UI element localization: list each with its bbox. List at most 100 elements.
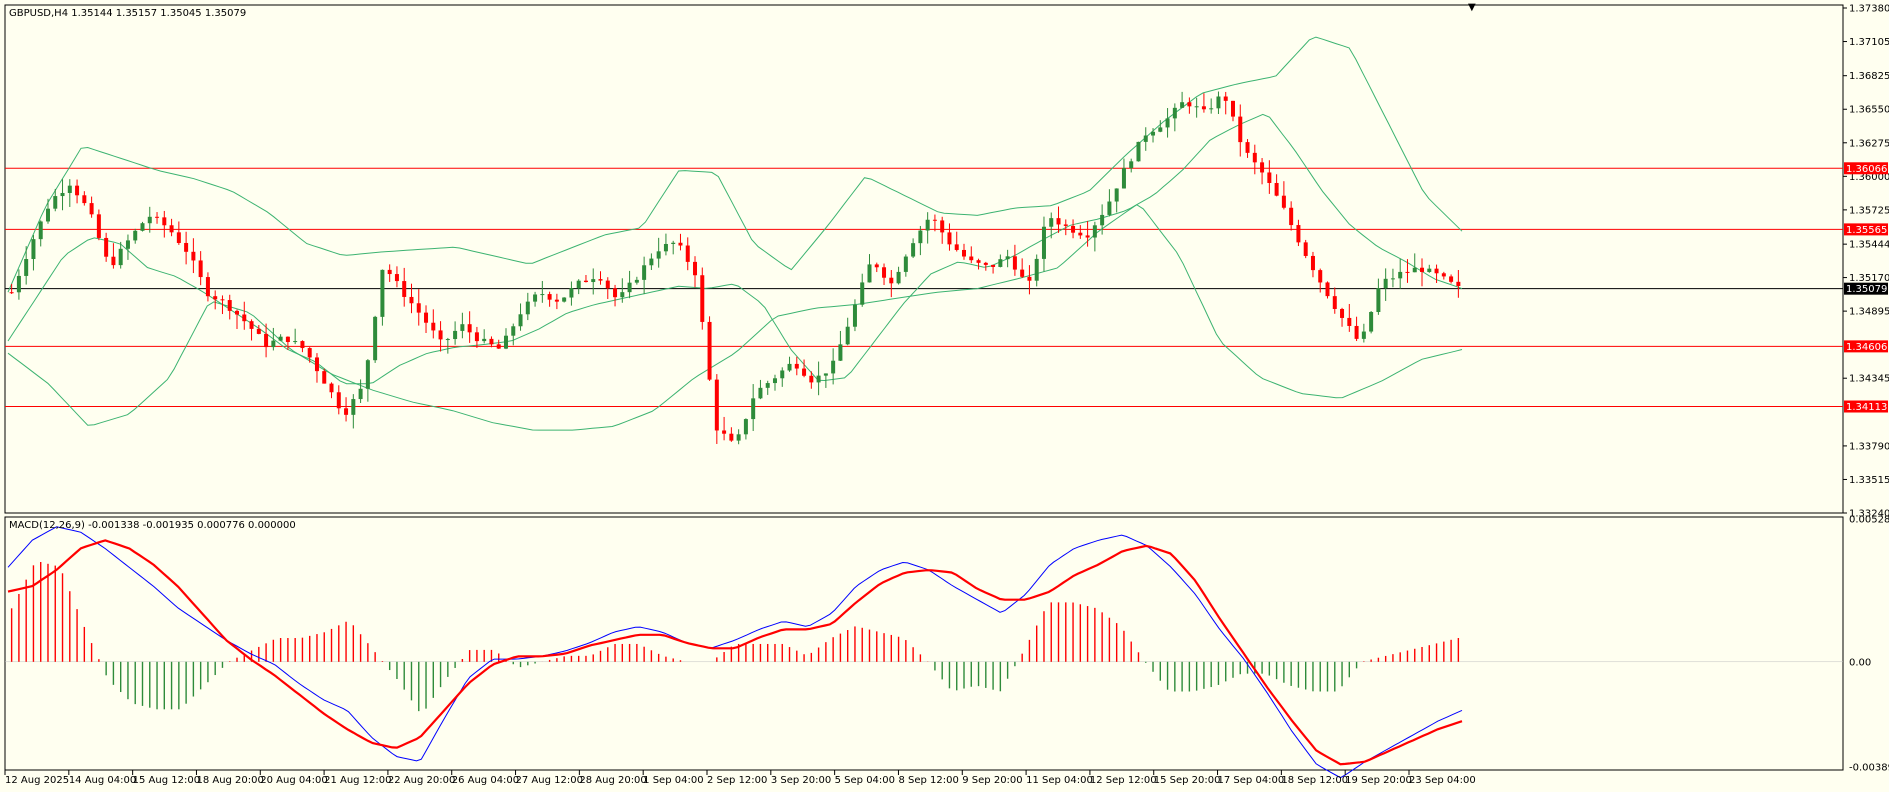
candle-body (1172, 107, 1177, 119)
candle-body (1390, 278, 1395, 280)
candle-body (1245, 142, 1250, 153)
candle-body (932, 219, 937, 221)
candle-body (169, 225, 174, 233)
candle-body (1369, 311, 1374, 332)
candle-body (620, 292, 625, 298)
candle-body (1151, 131, 1156, 136)
x-tick-label: 9 Sep 20:00 (962, 775, 1022, 786)
candle-body (431, 322, 436, 331)
candle-body (794, 363, 799, 369)
candle-body (75, 185, 80, 196)
candle-body (314, 357, 319, 372)
candle-body (445, 339, 450, 341)
candle-body (1107, 201, 1112, 215)
candle-body (96, 214, 101, 238)
candle-body (242, 314, 247, 322)
candle-body (1325, 282, 1330, 297)
candle-body (613, 288, 618, 298)
candle-body (1121, 168, 1126, 189)
candle-body (60, 192, 65, 197)
candle-body (954, 244, 959, 250)
candle-body (82, 195, 87, 204)
candle-body (467, 324, 472, 333)
candle-body (867, 264, 872, 283)
candle-body (925, 219, 930, 231)
candle-body (816, 375, 821, 383)
candle-body (176, 232, 181, 243)
candle-body (125, 240, 130, 249)
candle-body (583, 280, 588, 283)
candle-body (482, 338, 487, 342)
level-price-tag: 1.34113 (1846, 402, 1887, 413)
y-tick-label: 1.36275 (1849, 138, 1889, 149)
candle-body (1310, 255, 1315, 271)
candle-body (1143, 135, 1148, 142)
candle-body (67, 185, 72, 193)
candle-body (220, 299, 225, 301)
candle (700, 267, 705, 330)
candle-body (1092, 225, 1097, 238)
candle-body (969, 256, 974, 261)
macd-y-tick-label: 0.00 (1849, 657, 1871, 668)
candle-body (947, 232, 952, 245)
candle-body (329, 383, 334, 393)
candle (1369, 311, 1374, 334)
x-tick-label: 18 Aug 20:00 (196, 775, 263, 786)
candle-body (882, 267, 887, 278)
candle-body (31, 239, 36, 260)
y-tick-label: 1.36825 (1849, 71, 1889, 82)
y-tick-label: 1.36550 (1849, 105, 1889, 116)
candle-body (503, 335, 508, 349)
candle-body (845, 326, 850, 345)
candle-body (460, 324, 465, 331)
candle-body (205, 277, 210, 297)
y-tick-label: 1.35725 (1849, 205, 1889, 216)
candle-body (714, 379, 719, 431)
candle-body (1267, 172, 1272, 183)
x-tick-label: 12 Sep 12:00 (1090, 775, 1157, 786)
x-tick-label: 5 Sep 04:00 (835, 775, 895, 786)
candle-body (751, 398, 756, 420)
x-tick-label: 3 Sep 20:00 (771, 775, 831, 786)
candle-body (256, 328, 261, 334)
candle-body (387, 269, 392, 275)
candle-body (1034, 258, 1039, 281)
candle-body (911, 243, 916, 257)
candle-body (293, 341, 298, 343)
candle-body (772, 378, 777, 384)
candle-body (1281, 195, 1286, 208)
candle-body (852, 304, 857, 327)
y-tick-label: 1.35444 (1849, 240, 1889, 251)
candle-body (1332, 296, 1337, 309)
candle-body (1383, 278, 1388, 289)
candle-body (656, 251, 661, 259)
candle-body (518, 314, 523, 327)
candle-body (1289, 207, 1294, 226)
x-tick-label: 28 Aug 20:00 (579, 775, 646, 786)
candle (707, 316, 712, 381)
candle-body (627, 282, 632, 293)
candle-body (9, 292, 14, 294)
candle-body (285, 336, 290, 343)
candle-body (1303, 242, 1308, 256)
candle-body (1209, 108, 1214, 110)
candle-body (540, 294, 545, 296)
candle-body (1449, 276, 1454, 282)
candle-body (1420, 267, 1425, 272)
candle-body (278, 336, 283, 341)
candle-body (424, 312, 429, 323)
candle-body (1071, 225, 1076, 233)
candle (140, 221, 145, 232)
candle-body (1194, 106, 1199, 108)
candle-body (1223, 96, 1228, 101)
candle-body (24, 259, 29, 276)
level-price-tag: 1.34606 (1846, 342, 1887, 353)
candle-body (983, 262, 988, 265)
candle-body (1340, 308, 1345, 318)
candle-body (140, 223, 145, 231)
candle-body (489, 338, 494, 345)
candle-body (133, 230, 138, 241)
candle-body (373, 316, 378, 361)
candle-body (649, 258, 654, 266)
candle-body (1376, 288, 1381, 312)
